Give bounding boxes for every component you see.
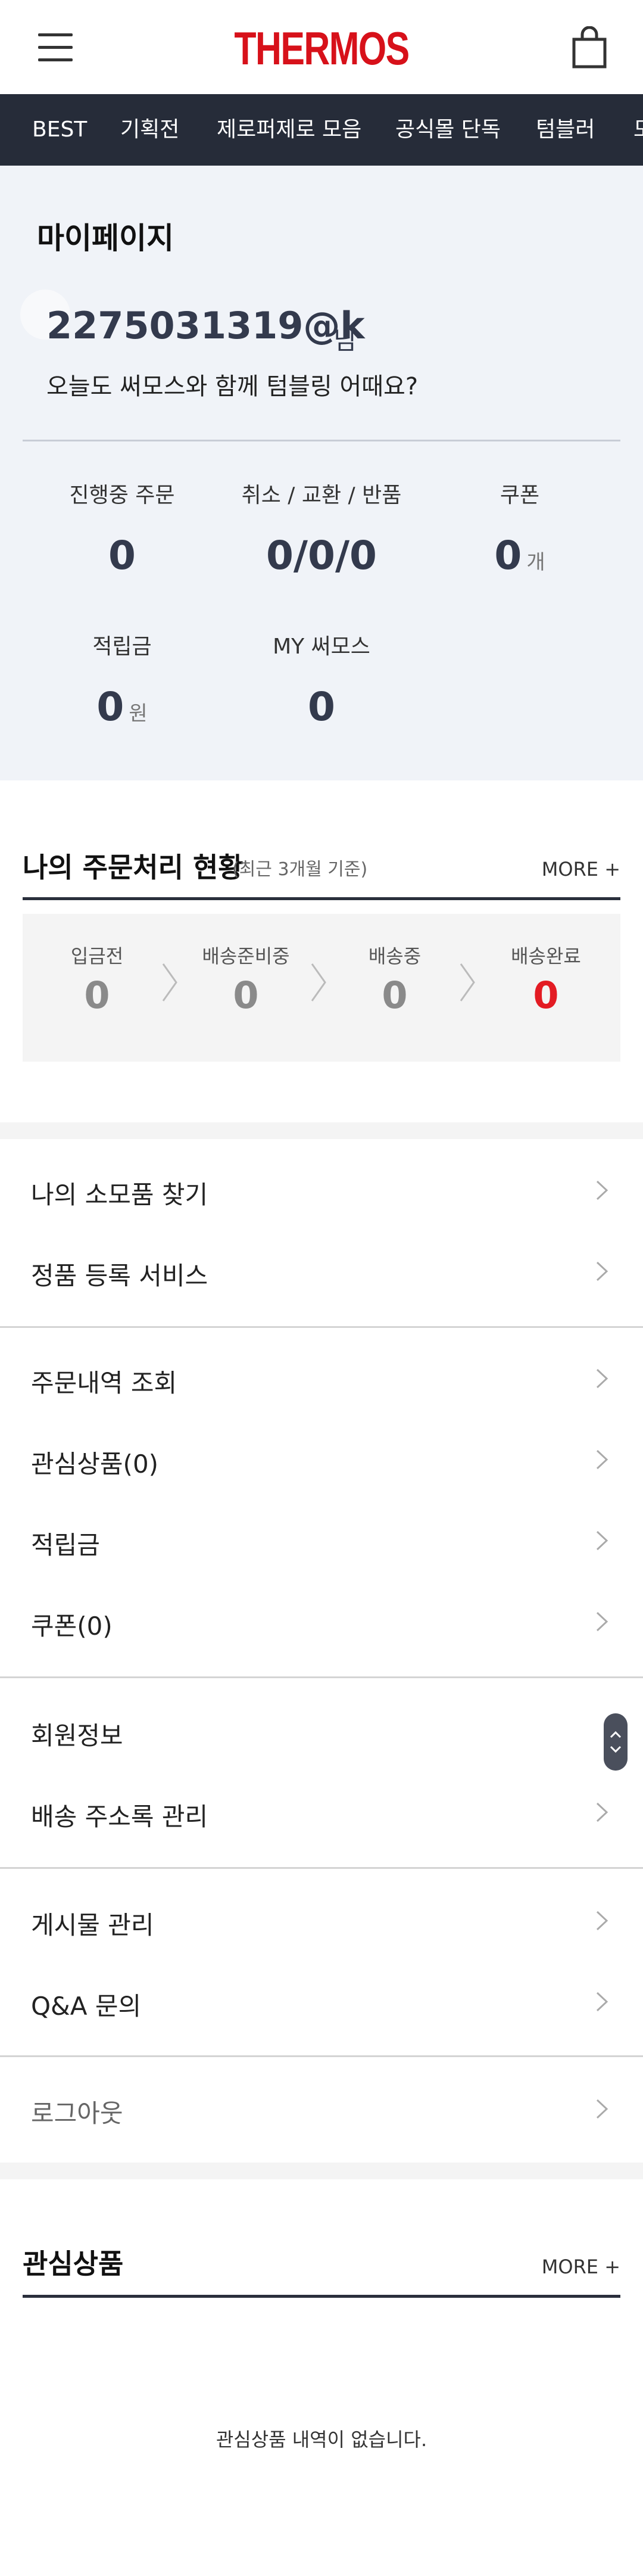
status-value: 0 [382, 973, 408, 1017]
chevron-right-icon [596, 1992, 608, 2012]
nav-item-official-exclusive[interactable]: 공식몰 단독 [395, 94, 501, 166]
status-pending-payment[interactable]: 입금전 0 [23, 914, 171, 1017]
wishlist-empty-message: 관심상품 내역이 없습니다. [216, 2428, 427, 2451]
status-label: 배송준비중 [202, 945, 290, 967]
greeting-text: 오늘도 써모스와 함께 텀블링 어때요? [46, 373, 419, 400]
stat-value: 0원 [96, 684, 148, 730]
status-label: 입금전 [70, 945, 124, 967]
section-gap [0, 1122, 643, 1139]
chevron-right-icon [596, 1911, 608, 1931]
menu-label: 게시물 관리 [31, 1911, 154, 1940]
order-status-header: 나의 주문처리 현황 (최근 3개월 기준) MORE + [23, 846, 620, 906]
menu-item-logout[interactable]: 로그아웃 [0, 2068, 643, 2149]
menu-item-qna[interactable]: Q&A 문의 [0, 1961, 643, 2042]
section-gap [0, 2163, 643, 2179]
more-link[interactable]: MORE + [542, 858, 620, 881]
section-underline [23, 897, 620, 900]
status-value: 0 [233, 973, 259, 1017]
chevron-right-icon [596, 2099, 608, 2119]
section-title: 나의 주문처리 현황 [23, 851, 244, 883]
menu-label: 적립금 [31, 1530, 100, 1560]
nav-item-more[interactable]: 모 [633, 94, 643, 166]
menu-label: 정품 등록 서비스 [31, 1261, 208, 1290]
stat-coupons[interactable]: 쿠폰 0개 [422, 478, 618, 578]
stat-value: 0/0/0 [266, 533, 377, 578]
status-value: 0 [84, 973, 110, 1017]
shopping-bag-icon[interactable] [569, 26, 610, 69]
header: THERMOS [0, 0, 643, 94]
hamburger-menu-icon[interactable] [38, 33, 73, 62]
order-status-box: 입금전 0 배송준비중 0 배송중 0 배송완료 0 [23, 914, 620, 1062]
menu-label: 회원정보 [31, 1721, 123, 1750]
menu-item-points[interactable]: 적립금 [0, 1500, 643, 1581]
menu-item-order-history[interactable]: 주문내역 조회 [0, 1338, 643, 1419]
menu-item-coupons[interactable]: 쿠폰(0) [0, 1581, 643, 1662]
status-value: 0 [533, 973, 559, 1017]
scroll-up-down-button[interactable] [604, 1713, 628, 1771]
mypage-summary: 마이페이지 2275031319@k 님 오늘도 써모스와 함께 텀블링 어때요… [0, 166, 643, 780]
stat-label: 적립금 [92, 634, 152, 659]
chevron-right-icon [596, 1261, 608, 1281]
stat-points[interactable]: 적립금 0원 [24, 629, 220, 730]
user-honorific: 님 [333, 326, 357, 355]
stat-value: 0 [308, 684, 335, 730]
status-shipping[interactable]: 배송중 0 [320, 914, 469, 1017]
thermos-logo[interactable]: THERMOS [71, 21, 572, 76]
more-link[interactable]: MORE + [542, 2255, 620, 2278]
nav-item-promotions[interactable]: 기획전 [120, 94, 179, 166]
divider [0, 1676, 643, 1678]
section-subtitle: (최근 3개월 기준) [232, 859, 368, 880]
stat-cancel-exchange-return[interactable]: 취소 / 교환 / 반품 0/0/0 [223, 478, 420, 578]
menu-label: 관심상품(0) [31, 1449, 159, 1479]
stat-label: 취소 / 교환 / 반품 [241, 483, 402, 508]
menu-item-find-parts[interactable]: 나의 소모품 찾기 [0, 1150, 643, 1231]
divider [23, 440, 620, 441]
chevron-right-icon [596, 1449, 608, 1470]
stat-orders-in-progress[interactable]: 진행중 주문 0 [24, 478, 220, 578]
stat-label: 쿠폰 [500, 483, 540, 508]
menu-label: 로그아웃 [31, 2099, 123, 2128]
divider [0, 1867, 643, 1869]
nav-item-zero-per-zero[interactable]: 제로퍼제로 모음 [217, 94, 361, 166]
menu-label: 주문내역 조회 [31, 1368, 177, 1398]
stat-label: 진행중 주문 [69, 483, 175, 508]
menu-item-wishlist[interactable]: 관심상품(0) [0, 1419, 643, 1500]
menu-label: 나의 소모품 찾기 [31, 1180, 208, 1209]
stat-label: MY 써모스 [273, 634, 370, 659]
chevron-right-icon [596, 1180, 608, 1200]
status-delivered[interactable]: 배송완료 0 [472, 914, 620, 1017]
nav-item-tumbler[interactable]: 텀블러 [536, 94, 595, 166]
menu-item-product-registration[interactable]: 정품 등록 서비스 [0, 1231, 643, 1312]
menu-label: Q&A 문의 [31, 1992, 142, 2021]
wishlist-header: 관심상품 MORE + [23, 2242, 620, 2302]
divider [0, 1326, 643, 1328]
page-title: 마이페이지 [37, 221, 174, 256]
chevron-right-icon [596, 1368, 608, 1389]
stat-value: 0 [108, 533, 136, 578]
stat-my-thermos[interactable]: MY 써모스 0 [223, 629, 420, 730]
menu-item-posts[interactable]: 게시물 관리 [0, 1880, 643, 1961]
status-preparing[interactable]: 배송준비중 0 [171, 914, 320, 1017]
menu-label: 배송 주소록 관리 [31, 1802, 208, 1831]
menu-item-address-book[interactable]: 배송 주소록 관리 [0, 1772, 643, 1853]
nav-item-best[interactable]: BEST [32, 94, 87, 166]
chevron-right-icon [596, 1802, 608, 1822]
user-id: 2275031319@k [46, 304, 365, 347]
section-underline [23, 2295, 620, 2298]
menu-label: 쿠폰(0) [31, 1611, 113, 1641]
section-title: 관심상품 [23, 2248, 124, 2280]
chevron-right-icon [596, 1530, 608, 1551]
chevron-right-icon [596, 1611, 608, 1632]
status-label: 배송완료 [511, 945, 581, 967]
stat-value: 0개 [494, 533, 545, 578]
menu-item-member-info[interactable]: 회원정보 [0, 1691, 643, 1772]
category-nav: BEST 기획전 제로퍼제로 모음 공식몰 단독 텀블러 모 [0, 94, 643, 166]
divider [0, 2055, 643, 2057]
status-label: 배송중 [368, 945, 422, 967]
